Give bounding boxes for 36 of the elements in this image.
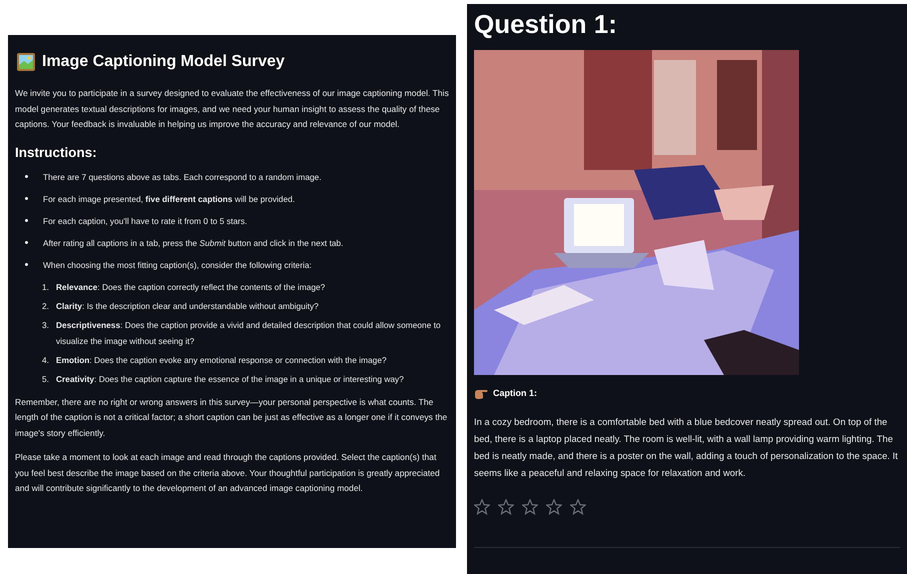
star-icon[interactable] bbox=[522, 498, 538, 514]
question-title: Question 1: bbox=[474, 8, 618, 40]
instruction-item: For each caption, you'll have to rate it from 0 to 5 stars. bbox=[43, 214, 248, 227]
instruction-item: When choosing the most fitting caption(s), consider the following criteria: bbox=[43, 258, 312, 271]
criterion-item: Creativity: Does the caption capture the essence of the image in a unique or interesting way? bbox=[56, 372, 404, 386]
list-number: 5. bbox=[42, 372, 50, 386]
criterion-item: Emotion: Does the caption evoke any emotional response or connection with the image? bbox=[56, 354, 387, 367]
list-number: 1. bbox=[42, 280, 50, 294]
instruction-item: After rating all captions in a tab, press the Submit button and click in the next tab. bbox=[43, 236, 344, 249]
star-icon[interactable] bbox=[546, 498, 562, 514]
caption-label: Caption 1: bbox=[493, 387, 537, 400]
bullet-icon bbox=[25, 175, 28, 178]
list-number: 2. bbox=[42, 300, 50, 313]
bullet-icon bbox=[25, 241, 28, 244]
criterion-item: Descriptiveness: Does the caption provide a vivid and detailed description that could allow someone to visualize the image without seeing it? bbox=[56, 318, 442, 348]
criterion-item: Clarity: Is the description clear and understandable without ambiguity? bbox=[56, 300, 319, 313]
instructions-heading: Instructions: bbox=[15, 144, 98, 162]
bullet-icon bbox=[25, 263, 28, 266]
star-icon[interactable] bbox=[498, 498, 514, 514]
instruction-item: There are 7 questions above as tabs. Each correspond to a random image. bbox=[43, 170, 322, 183]
closing-paragraph: Please take a moment to look at each image and read through the captions provided. Select the caption(s) that you feel best describe the image based on the criteria above. Your thoughtful participation is greatly appreciated and will contribute significantly to the development of an advanced image captioning model. bbox=[15, 451, 441, 496]
star-icon[interactable] bbox=[474, 498, 490, 514]
list-number: 3. bbox=[42, 318, 50, 332]
caption-text: In a cozy bedroom, there is a comfortable bed with a blue bedcover neatly spread out. On top of the bed, there is a laptop placed neatly. The room is well-lit, with a wall lamp providing warm lighting. The bed is neatly made, and there is a poster on the wall, adding a touch of personalization to the space. It seems like a peaceful and relaxing space for relaxation and work. bbox=[474, 414, 899, 480]
bullet-icon bbox=[25, 219, 28, 222]
star-icon[interactable] bbox=[570, 498, 586, 514]
survey-title: Image Captioning Model Survey bbox=[42, 52, 285, 72]
bullet-icon bbox=[25, 197, 28, 200]
instruction-item: For each image presented, five different captions will be provided. bbox=[43, 192, 295, 205]
closing-paragraph: Remember, there are no right or wrong answers in this survey—your personal perspective is what counts. The length of the caption is not a critical factor; a short caption can be just as effective as a longer one if it conveys the image's story efficiently. bbox=[15, 396, 448, 440]
criterion-item: Relevance: Does the caption correctly reflect the contents of the image? bbox=[56, 280, 326, 294]
intro-paragraph: We invite you to participate in a survey designed to evaluate the effectiveness of our image captioning model. This model generates textual descriptions for images, and we need your human insight to assess the quality of these captions. Your feedback is invaluable in helping us improve the accuracy and relevance of our model. bbox=[15, 87, 449, 131]
star-rating[interactable] bbox=[474, 498, 586, 514]
list-number: 4. bbox=[42, 354, 50, 367]
pointing-hand-icon bbox=[474, 388, 488, 400]
landscape-picture-icon bbox=[17, 53, 35, 71]
